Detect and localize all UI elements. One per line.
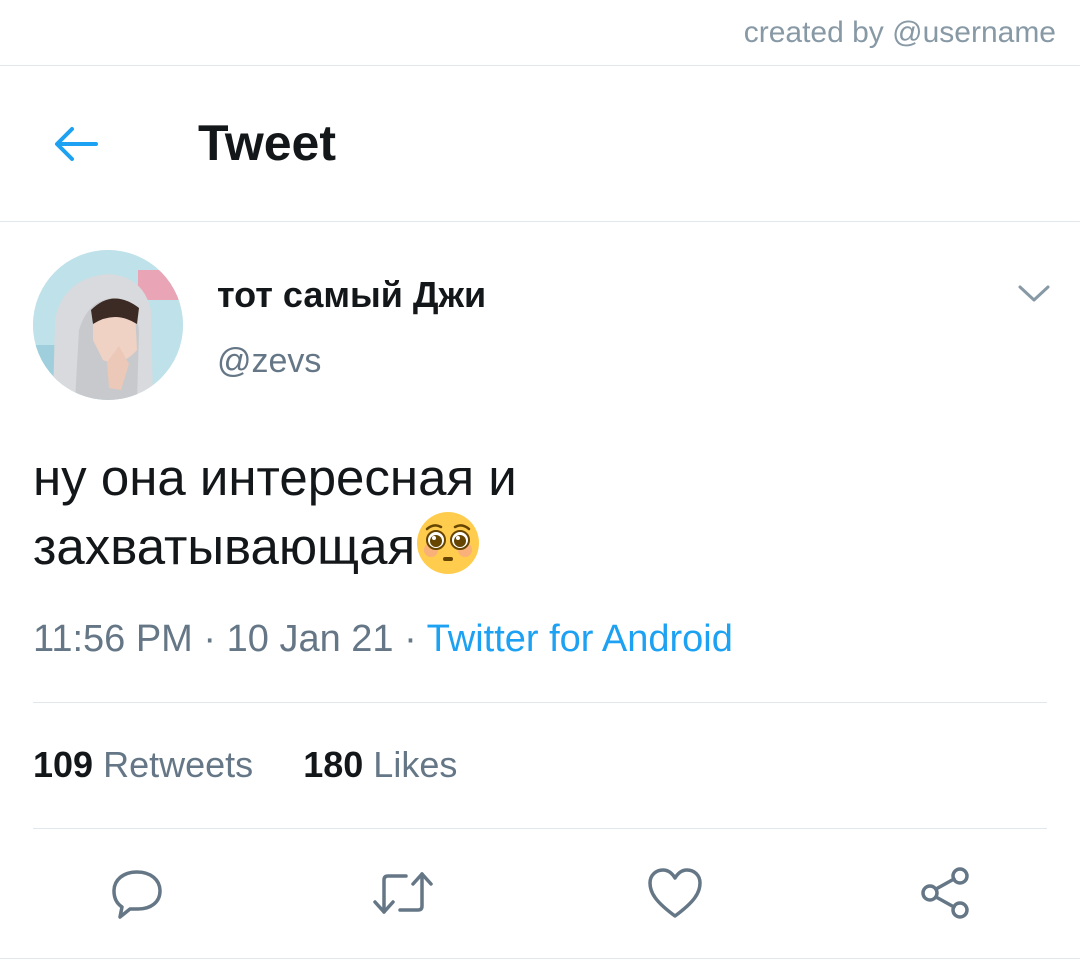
arrow-left-icon (55, 127, 98, 161)
tweet-meta: 11:56 PM · 10 Jan 21 · Twitter for Andro… (33, 618, 733, 661)
likes-count[interactable]: 180 (303, 744, 363, 785)
likes-label[interactable]: Likes (373, 744, 457, 785)
top-app-bar: Tweet (0, 66, 1080, 222)
page-title: Tweet (198, 115, 336, 171)
meta-separator: · (192, 618, 227, 660)
tweet-time: 11:56 PM (33, 618, 193, 660)
tweet-source-link[interactable]: Twitter for Android (427, 618, 733, 660)
avatar-image (33, 250, 183, 400)
tweet-text-line: ну она интересная и (33, 449, 517, 506)
back-button[interactable] (40, 112, 112, 176)
avatar[interactable] (33, 250, 183, 400)
divider (33, 702, 1047, 703)
retweet-button[interactable] (368, 858, 438, 928)
more-options-button[interactable] (1010, 274, 1058, 314)
tweet-actions (0, 852, 1080, 932)
author-display-name[interactable]: тот самый Джи (217, 274, 486, 316)
tweet-text-segment: захватывающая (33, 518, 416, 575)
tweet-text: ну она интересная и захватывающая (33, 446, 1033, 579)
author-handle[interactable]: @zevs (217, 342, 321, 381)
share-button[interactable] (910, 858, 980, 928)
retweets-label[interactable]: Retweets (103, 744, 253, 785)
divider (33, 828, 1047, 829)
share-icon (921, 867, 969, 919)
chevron-down-icon (1018, 285, 1050, 302)
tweet-text-line: захватывающая (33, 510, 1033, 579)
watermark-bar: created by @username (0, 0, 1080, 66)
meta-separator: · (393, 618, 427, 660)
reply-button[interactable] (102, 858, 172, 928)
tweet-date: 10 Jan 21 (226, 618, 394, 660)
retweets-count[interactable]: 109 (33, 744, 93, 785)
watermark-text: created by @username (743, 16, 1056, 49)
tweet-stats: 109 Retweets 180 Likes (33, 744, 457, 786)
bottom-divider (0, 958, 1080, 959)
retweet-icon (373, 872, 433, 914)
reply-icon (112, 870, 162, 919)
heart-icon (648, 868, 702, 918)
like-button[interactable] (640, 858, 710, 928)
pleading-face-emoji (417, 512, 480, 574)
